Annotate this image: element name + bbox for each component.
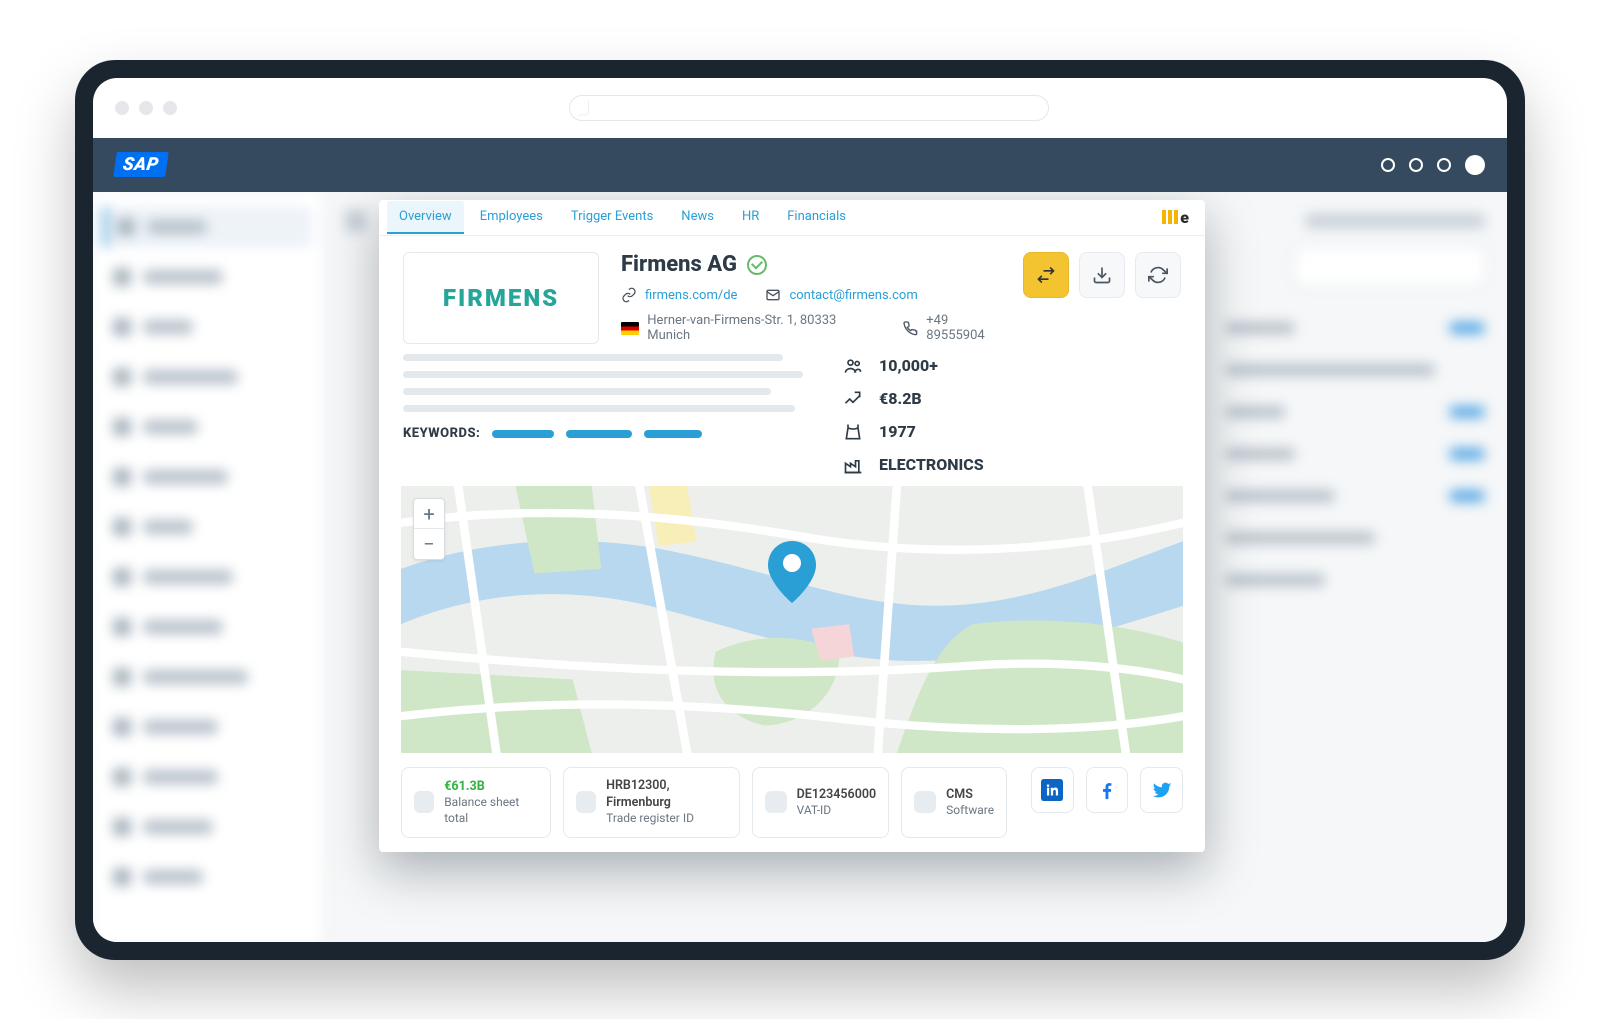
- company-website[interactable]: firmens.com/de: [645, 288, 737, 303]
- checkbox-icon[interactable]: [576, 791, 596, 813]
- description-placeholder: KEYWORDS:: [403, 354, 803, 474]
- location-map[interactable]: + −: [401, 486, 1183, 753]
- keyword-pill: [492, 430, 554, 438]
- checkbox-icon[interactable]: [414, 791, 434, 813]
- revenue-icon: [843, 391, 863, 407]
- keyword-pill: [644, 430, 702, 438]
- vat-card[interactable]: DE123456000VAT-ID: [752, 767, 889, 837]
- verified-icon: [747, 255, 767, 275]
- software-card[interactable]: CMSSoftware: [901, 767, 1007, 837]
- sync-button[interactable]: [1023, 252, 1069, 298]
- sap-logo: SAP: [113, 152, 168, 177]
- header-icon-1[interactable]: [1381, 158, 1395, 172]
- header-icon-2[interactable]: [1409, 158, 1423, 172]
- map-zoom-controls: + −: [413, 498, 445, 560]
- email-icon: [765, 287, 781, 303]
- keywords-label: KEYWORDS:: [403, 426, 480, 441]
- twitter-button[interactable]: [1140, 767, 1183, 813]
- url-bar[interactable]: [569, 95, 1049, 121]
- fact-industry: ELECTRONICS: [879, 455, 984, 474]
- company-logo: FIRMENS: [403, 252, 599, 344]
- linkedin-button[interactable]: [1031, 767, 1074, 813]
- company-name: Firmens AG: [621, 252, 737, 277]
- company-address: Herner-van-Firmens-Str. 1, 80333 Munich: [647, 313, 862, 343]
- tab-employees[interactable]: Employees: [468, 201, 555, 234]
- tab-hr[interactable]: HR: [730, 201, 771, 234]
- fact-revenue: €8.2B: [879, 389, 922, 408]
- link-icon: [621, 287, 637, 303]
- employees-icon: [843, 358, 863, 374]
- tab-trigger-events[interactable]: Trigger Events: [559, 201, 665, 234]
- tab-bar: Overview Employees Trigger Events News H…: [379, 200, 1205, 237]
- trade-register-card[interactable]: HRB12300, FirmenburgTrade register ID: [563, 767, 740, 837]
- keyword-pill: [566, 430, 632, 438]
- company-phone: +49 89555904: [926, 313, 1001, 343]
- company-detail-panel: Overview Employees Trigger Events News H…: [379, 200, 1205, 852]
- facebook-button[interactable]: [1086, 767, 1129, 813]
- echobot-logo: e: [1162, 208, 1189, 227]
- flag-de-icon: [621, 322, 639, 335]
- app-header: SAP: [93, 138, 1507, 192]
- company-email[interactable]: contact@firmens.com: [789, 288, 917, 303]
- map-pin-icon: [766, 541, 818, 609]
- zoom-in-button[interactable]: +: [414, 499, 444, 529]
- tab-overview[interactable]: Overview: [387, 201, 464, 234]
- header-icon-3[interactable]: [1437, 158, 1451, 172]
- fact-founded: 1977: [879, 422, 916, 441]
- balance-card[interactable]: €61.3BBalance sheet total: [401, 767, 551, 837]
- phone-icon: [902, 320, 918, 336]
- fact-employees: 10,000+: [879, 356, 938, 375]
- refresh-button[interactable]: [1135, 252, 1181, 298]
- avatar[interactable]: [1465, 155, 1485, 175]
- checkbox-icon[interactable]: [765, 791, 787, 813]
- checkbox-icon[interactable]: [914, 791, 936, 813]
- tab-financials[interactable]: Financials: [775, 201, 858, 234]
- download-button[interactable]: [1079, 252, 1125, 298]
- tab-news[interactable]: News: [669, 201, 726, 234]
- browser-chrome: [93, 78, 1507, 138]
- industry-icon: [843, 457, 863, 473]
- zoom-out-button[interactable]: −: [414, 529, 444, 559]
- window-controls[interactable]: [115, 101, 177, 115]
- founded-icon: [843, 424, 863, 440]
